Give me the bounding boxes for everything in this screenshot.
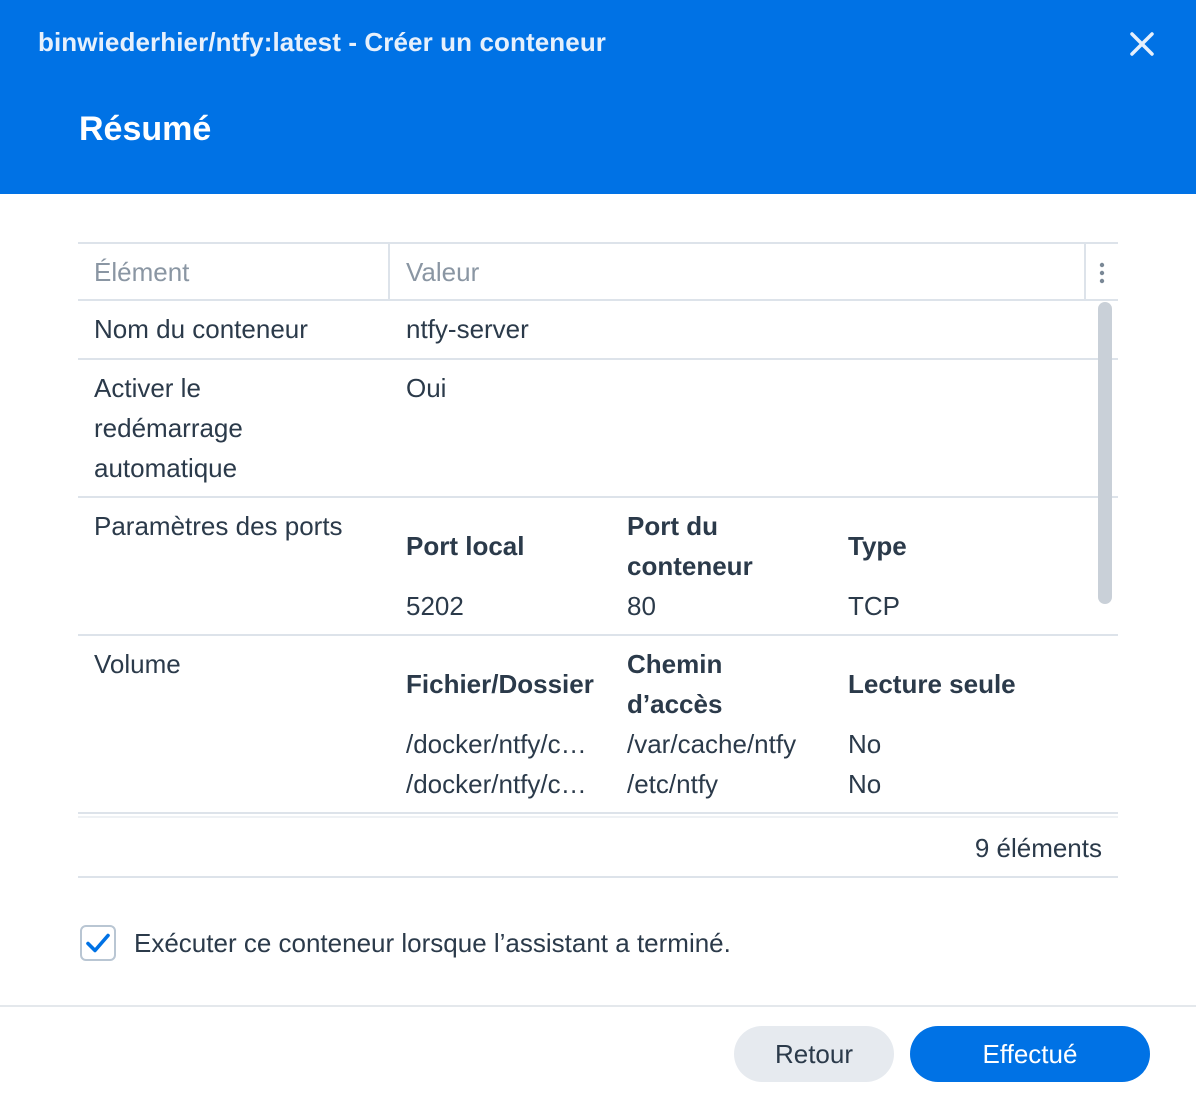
- table-row[interactable]: Volume Fichier/Dossier Chemin d’accès Le…: [78, 636, 1118, 814]
- port-local-value: 5202: [406, 591, 464, 621]
- table-scrollbar[interactable]: [1098, 302, 1112, 604]
- volume-path-value: /var/cache/ntfy: [627, 729, 797, 759]
- port-container-value: 80: [627, 591, 656, 621]
- column-options-icon[interactable]: [1092, 258, 1112, 288]
- volume-header-path: Chemin d’accès: [627, 649, 723, 719]
- dialog-header: binwiederhier/ntfy:latest - Créer un con…: [0, 0, 1196, 194]
- footer-divider: [0, 1005, 1196, 1007]
- close-icon: [1130, 32, 1154, 56]
- run-container-checkbox[interactable]: [80, 925, 116, 961]
- port-type-value: TCP: [848, 591, 900, 621]
- volume-header-readonly: Lecture seule: [848, 669, 1016, 699]
- table-bottom-border: [78, 876, 1118, 878]
- port-header-type: Type: [848, 531, 907, 561]
- table-header: Élément Valeur: [78, 242, 1118, 301]
- run-container-label: Exécuter ce conteneur lorsque l’assistan…: [134, 927, 731, 958]
- checkmark-icon: [86, 933, 110, 953]
- column-header-value[interactable]: Valeur: [406, 244, 479, 301]
- column-divider[interactable]: [388, 244, 390, 301]
- volume-header-file: Fichier/Dossier: [406, 669, 594, 699]
- volume-file-value: /docker/ntfy/c…: [406, 769, 587, 799]
- close-button[interactable]: [1122, 24, 1162, 64]
- port-header-container: Port du conteneur: [627, 511, 753, 581]
- table-footer-divider: [78, 816, 1118, 818]
- done-button[interactable]: Effectué: [910, 1026, 1150, 1082]
- window-title: binwiederhier/ntfy:latest - Créer un con…: [38, 27, 607, 57]
- cell-element: Volume: [94, 649, 181, 679]
- cell-value: Oui: [406, 373, 447, 403]
- cell-element: Nom du conteneur: [94, 314, 308, 344]
- create-container-dialog: binwiederhier/ntfy:latest - Créer un con…: [0, 0, 1196, 1102]
- port-header-local: Port local: [406, 531, 525, 561]
- column-header-element[interactable]: Élément: [94, 244, 189, 301]
- table-row[interactable]: Activer le redémarrage automatique Oui: [78, 360, 1118, 498]
- run-container-option[interactable]: Exécuter ce conteneur lorsque l’assistan…: [80, 924, 731, 962]
- cell-element: Activer le redémarrage automatique: [94, 373, 243, 483]
- cell-value: ntfy-server: [406, 314, 529, 344]
- column-divider[interactable]: [1084, 244, 1086, 301]
- table-row[interactable]: Nom du conteneur ntfy-server: [78, 301, 1118, 360]
- summary-table: Élément Valeur Nom du conteneur ntfy-ser…: [78, 242, 1118, 878]
- volume-readonly-value: No: [848, 729, 882, 759]
- volume-readonly-value: No: [848, 769, 882, 799]
- cell-element: Paramètres des ports: [94, 511, 343, 541]
- volume-file-value: /docker/ntfy/c…: [406, 729, 587, 759]
- page-title: Résumé: [79, 110, 212, 148]
- item-count: 9 éléments: [974, 833, 1102, 863]
- back-button[interactable]: Retour: [734, 1026, 894, 1082]
- table-row[interactable]: Paramètres des ports Port local Port du …: [78, 498, 1118, 636]
- volume-path-value: /etc/ntfy: [627, 769, 719, 799]
